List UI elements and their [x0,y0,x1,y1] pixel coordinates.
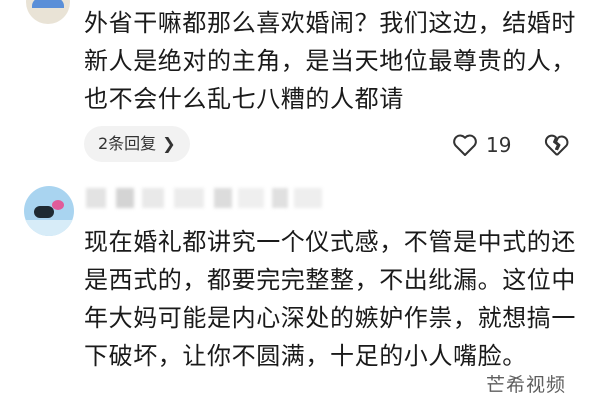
comment-text: 外省干嘛都那么喜欢婚闹？我们这边，结婚时新人是绝对的主角，是当天地位最尊贵的人，… [84,9,576,113]
blur-segment [294,188,322,208]
blur-segment [214,188,232,208]
avatar-accent [52,200,64,210]
avatar[interactable] [24,186,74,236]
replies-label: 2条回复 [98,134,157,153]
blur-segment [174,188,204,208]
blur-segment [238,188,264,208]
avatar[interactable] [26,0,70,24]
blurred-username [86,188,336,208]
blur-segment [116,188,134,208]
view-replies-button[interactable]: 2条回复 ❯ [84,126,190,162]
watermark: 芒希视频 [486,374,567,396]
dislike-broken-heart-icon[interactable] [544,132,570,158]
comment-text: 现在婚礼都讲究一个仪式感，不管是中式的还是西式的，都要完完整整，不出纰漏。这位中… [84,228,576,370]
blur-segment [272,188,288,208]
avatar-ground [24,220,74,236]
like-count: 19 [486,133,512,157]
chevron-right-icon: ❯ [162,134,176,153]
heart-icon [453,134,477,156]
blur-segment [86,188,106,208]
avatar-shirt [32,0,64,8]
like-button[interactable]: 19 [452,130,511,160]
avatar-figure [34,206,54,218]
blur-segment [142,188,164,208]
